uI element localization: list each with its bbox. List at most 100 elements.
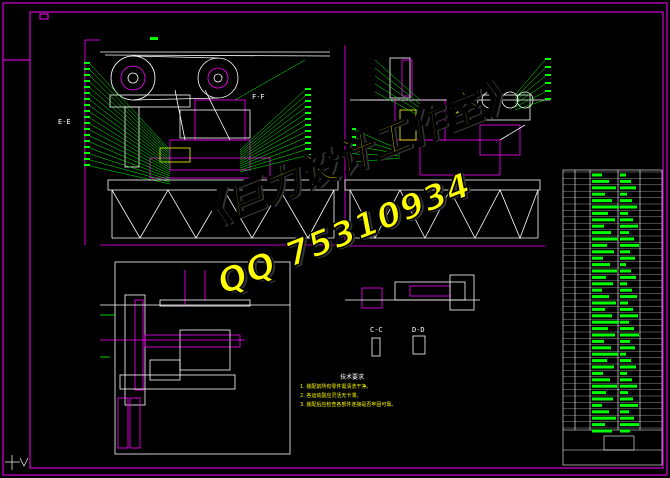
parts-list-cell [620, 410, 629, 414]
parts-list-cell [620, 397, 633, 401]
section-label-e-e: E-E [58, 118, 71, 126]
parts-list-cell [592, 339, 604, 343]
parts-list-cell [620, 429, 630, 433]
view-middle-right [345, 274, 480, 357]
parts-list-cell [592, 333, 615, 337]
parts-list-cell [592, 397, 613, 401]
parts-list-cell [592, 410, 609, 414]
parts-list-cell [620, 199, 632, 203]
corner-mark [39, 13, 49, 20]
section-label-c-c: C-C [370, 326, 383, 334]
parts-list-cell [592, 224, 604, 228]
parts-list-cell [620, 371, 627, 375]
parts-list-cell [592, 384, 617, 388]
note-item-3: 3. 装配后应检查各部件连接是否牢固可靠。 [300, 402, 397, 408]
parts-list-cell [592, 256, 603, 260]
parts-list-cell [620, 231, 629, 235]
parts-list-cell [620, 333, 639, 337]
parts-list-cell [620, 269, 631, 273]
section-label-d-d: D-D [412, 326, 425, 334]
parts-list-cell [592, 231, 611, 235]
parts-list-cell [592, 301, 616, 305]
parts-list-cell [592, 192, 605, 196]
parts-list-cell [620, 301, 628, 305]
parts-list-cell [592, 205, 619, 209]
parts-list-cell [620, 224, 638, 228]
parts-list-cell [592, 263, 610, 267]
parts-list-cell [592, 307, 605, 311]
parts-list-cell [620, 423, 639, 427]
notes-title: 技术要求 [340, 374, 365, 381]
parts-list-cell [592, 391, 606, 395]
parts-list-cell [620, 384, 637, 388]
leaders-left [89, 59, 306, 185]
parts-list-cell [592, 237, 618, 241]
parts-list-cell [620, 218, 633, 222]
parts-list-cell [592, 243, 607, 247]
parts-list-cell [620, 307, 633, 311]
parts-list-cell [620, 243, 639, 247]
parts-list-rows [563, 171, 662, 433]
parts-list-cell [592, 416, 616, 420]
parts-list-cell [592, 179, 609, 183]
parts-list-cell [620, 179, 631, 183]
title-block [562, 169, 663, 466]
parts-list-cell [592, 327, 608, 331]
parts-list-cell [620, 186, 636, 190]
parts-list-cell [620, 346, 635, 350]
view-bottom-left [100, 261, 291, 455]
parts-list-cell [592, 186, 616, 190]
parts-list-cell [592, 352, 618, 356]
parts-list-cell [620, 359, 631, 363]
truss-base-left [100, 179, 345, 246]
ground-marks [5, 455, 29, 470]
parts-list-cell [620, 211, 628, 215]
parts-list-cell [620, 320, 629, 324]
parts-list-cell [620, 275, 636, 279]
parts-list-cell [592, 288, 602, 292]
parts-list-cell [620, 205, 637, 209]
parts-list-cell [592, 423, 605, 427]
parts-list-cell [592, 275, 606, 279]
view-top-right [344, 45, 550, 247]
parts-list-cell [620, 378, 632, 382]
parts-list-cell [620, 391, 628, 395]
parts-list-cell [620, 282, 627, 286]
parts-list-cell [620, 237, 634, 241]
section-label-f-f: F-F [252, 93, 265, 101]
parts-list-cell [620, 314, 638, 318]
parts-list-cell [620, 263, 626, 267]
parts-list-cell [592, 346, 611, 350]
parts-list-cell [620, 295, 637, 299]
parts-list-cell [620, 173, 626, 177]
parts-list-cell [620, 327, 634, 331]
parts-list-cell [592, 173, 602, 177]
parts-list-cell [592, 269, 617, 273]
parts-list-cell [620, 250, 630, 254]
parts-list-cell [620, 288, 632, 292]
parts-list-cell [592, 365, 614, 369]
parts-list-cell [620, 416, 634, 420]
note-item-1: 1. 装配前所有零件需清洗干净。 [300, 384, 372, 390]
parts-list-cell [592, 211, 608, 215]
note-item-2: 2. 各运动副应灵活无卡滞。 [300, 393, 362, 399]
parts-list-cell [592, 295, 609, 299]
parts-list-cell [592, 320, 619, 324]
parts-list-cell [592, 429, 612, 433]
parts-list-cell [592, 359, 607, 363]
parts-list-cell [592, 378, 610, 382]
parts-list-cell [592, 282, 613, 286]
parts-list-cell [592, 403, 602, 407]
leaders-right [354, 59, 546, 163]
balloon-marks-left [84, 37, 311, 166]
parts-list-cell [620, 192, 627, 196]
parts-list-cell [620, 256, 635, 260]
parts-list-cell [592, 199, 612, 203]
parts-list-cell [592, 314, 612, 318]
parts-list-cell [620, 339, 630, 343]
parts-list-cell [620, 403, 638, 407]
parts-list-cell [592, 371, 603, 375]
parts-list-cell [620, 352, 626, 356]
parts-list-cell [620, 365, 636, 369]
parts-list-cell [592, 250, 614, 254]
